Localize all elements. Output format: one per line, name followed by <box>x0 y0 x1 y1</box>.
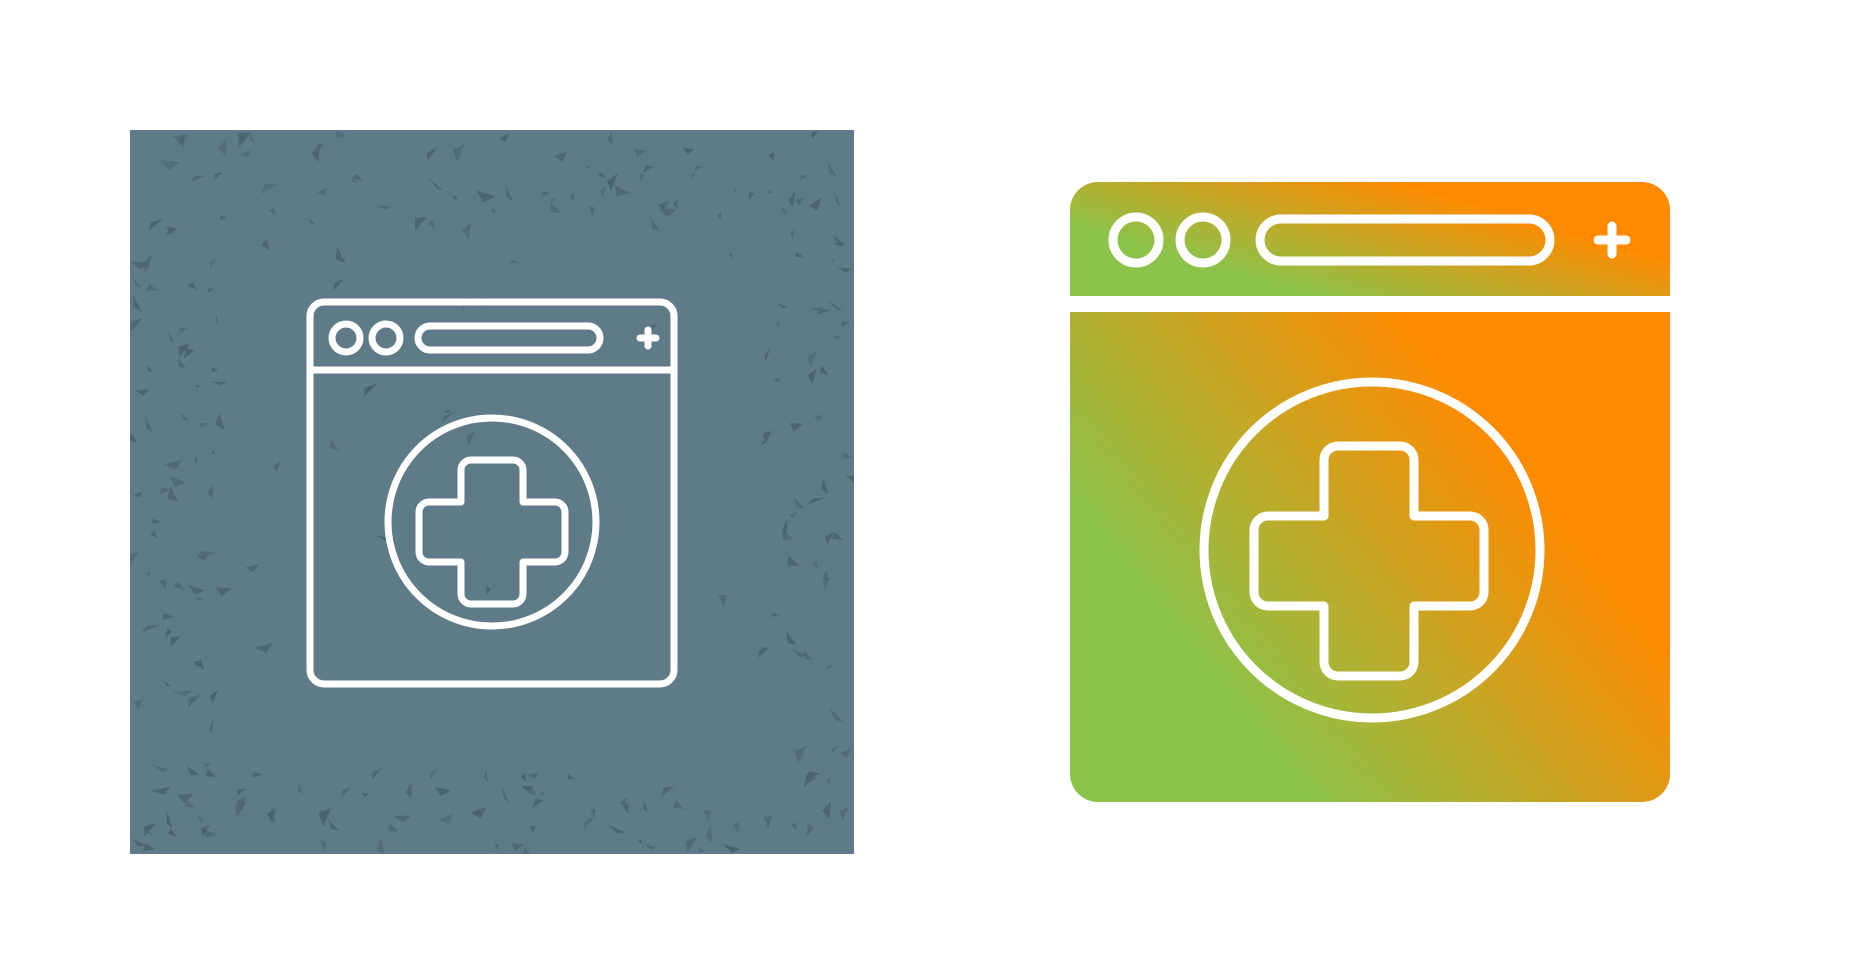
medical-website-outline-icon <box>130 130 854 854</box>
icon-tile-gradient <box>1070 182 1670 802</box>
tile-background <box>130 130 854 854</box>
icon-tile-outline <box>130 130 854 854</box>
medical-website-gradient-icon <box>1070 182 1670 802</box>
